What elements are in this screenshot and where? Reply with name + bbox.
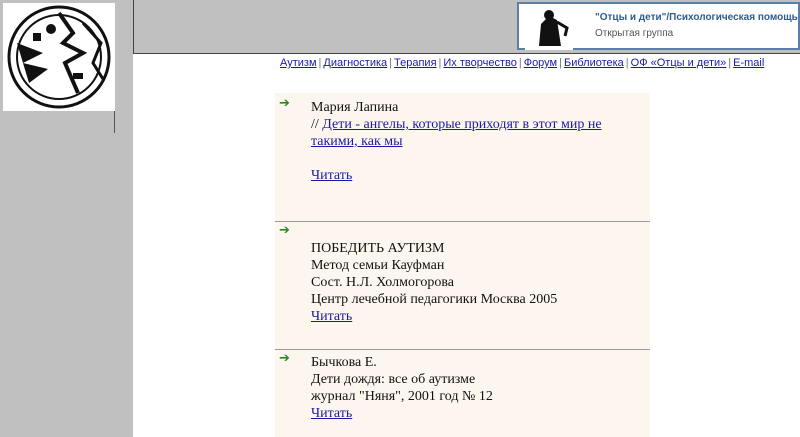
nav-separator: | <box>518 57 522 69</box>
nav-link-library[interactable]: Библиотека <box>564 57 624 69</box>
nav-separator: | <box>728 57 732 69</box>
article-line: Сост. Н.Л. Холмогорова <box>311 275 454 290</box>
nav-separator: | <box>389 57 393 69</box>
divider <box>275 221 650 222</box>
group-banner[interactable]: "Отцы и дети"/Психологическая помощь Отк… <box>517 2 800 50</box>
divider-line <box>114 111 115 133</box>
nav-link-forum[interactable]: Форум <box>524 57 557 69</box>
read-link[interactable]: Читать <box>311 406 352 421</box>
group-title[interactable]: "Отцы и дети"/Психологическая помощь <box>595 12 798 23</box>
article-title-link[interactable]: Дети - ангелы, которые приходят в этот м… <box>311 117 602 149</box>
nav-link-creativity[interactable]: Их творчество <box>443 57 516 69</box>
article-line: Дети дождя: все об аутизме <box>311 372 476 387</box>
nav-link-therapy[interactable]: Терапия <box>394 57 437 69</box>
article-line: ПОБЕДИТЬ АУТИЗМ <box>311 241 445 256</box>
article-line: Бычкова Е. <box>311 355 377 370</box>
site-logo[interactable] <box>3 3 115 111</box>
main-nav: Аутизм | Диагностика | Терапия | Их творчество… <box>280 57 764 69</box>
nav-link-email[interactable]: E-mail <box>733 57 764 69</box>
nav-link-autism[interactable]: Аутизм <box>280 57 317 69</box>
arrow-right-icon: ➔ <box>279 223 290 238</box>
group-avatar <box>525 6 573 50</box>
article-author: Мария Лапина <box>311 100 399 115</box>
nav-separator: | <box>318 57 322 69</box>
arrow-right-icon: ➔ <box>279 96 290 111</box>
nav-separator: | <box>438 57 442 69</box>
article-list: ➔ Мария Лапина // Дети - ангелы, которые… <box>275 93 650 437</box>
read-link[interactable]: Читать <box>311 309 352 324</box>
nav-link-foundation[interactable]: ОФ «Отцы и дети» <box>631 57 727 69</box>
read-link[interactable]: Читать <box>311 168 352 183</box>
article-prefix: // <box>311 117 323 132</box>
nav-separator: | <box>625 57 629 69</box>
group-subtitle: Открытая группа <box>595 28 674 39</box>
arrow-right-icon: ➔ <box>279 351 290 366</box>
article-line: Центр лечебной педагогики Москва 2005 <box>311 292 558 307</box>
article-line: журнал "Няня", 2001 год № 12 <box>311 389 493 404</box>
nav-separator: | <box>559 57 562 69</box>
nav-link-diagnostics[interactable]: Диагностика <box>323 57 387 69</box>
divider <box>275 349 650 350</box>
article-line: Метод семьи Кауфман <box>311 258 445 273</box>
